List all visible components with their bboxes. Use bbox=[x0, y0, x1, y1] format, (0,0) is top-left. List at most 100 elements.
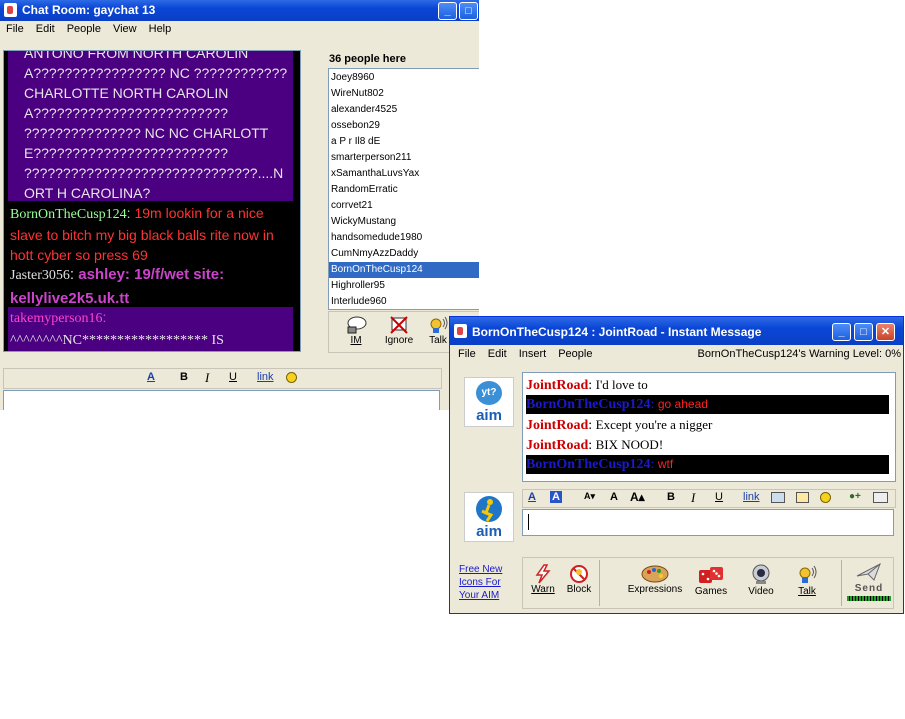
block-button-label: Block bbox=[566, 584, 592, 595]
text-color-icon[interactable]: A bbox=[528, 491, 536, 503]
aim-logo-label: aim bbox=[476, 523, 502, 540]
menu-people[interactable]: People bbox=[61, 21, 107, 35]
send-button-label: Send bbox=[854, 583, 884, 594]
people-list-item[interactable]: Highroller95 bbox=[329, 278, 479, 294]
people-list-item[interactable]: smarterperson211 bbox=[329, 150, 479, 166]
im-message-text: go ahead bbox=[657, 397, 708, 411]
chat-message-sender[interactable]: BornOnTheCusp124 bbox=[10, 207, 127, 222]
smiley-icon[interactable] bbox=[286, 372, 297, 383]
block-button[interactable]: Block bbox=[563, 564, 595, 595]
people-list-item[interactable]: CumNmyAzzDaddy bbox=[329, 246, 479, 262]
video-button[interactable]: Video bbox=[743, 564, 779, 597]
menu-help[interactable]: Help bbox=[143, 21, 178, 35]
im-message-sender[interactable]: BornOnTheCusp124 bbox=[526, 397, 650, 412]
im-message-sender[interactable]: JointRoad bbox=[526, 418, 588, 433]
send-icon bbox=[856, 562, 881, 581]
chat-input-field[interactable] bbox=[3, 390, 440, 410]
people-list-item[interactable]: handsomedude1980 bbox=[329, 230, 479, 246]
im-message-text: I'd love to bbox=[595, 377, 648, 392]
people-list-item-selected[interactable]: BornOnTheCusp124 bbox=[329, 262, 479, 278]
send-progress-meter bbox=[847, 596, 891, 601]
im-message-sender[interactable]: JointRoad bbox=[526, 378, 588, 393]
maximize-button[interactable]: □ bbox=[459, 2, 478, 20]
menu-edit[interactable]: Edit bbox=[482, 346, 513, 360]
menu-file[interactable]: File bbox=[450, 346, 482, 360]
talk-icon bbox=[799, 565, 817, 583]
chat-message-sender[interactable]: takemyperson16 bbox=[10, 311, 103, 326]
warn-button[interactable]: Warn bbox=[528, 564, 558, 595]
increase-font-icon[interactable]: A▴ bbox=[630, 490, 645, 504]
people-list-item[interactable]: Interlude960 bbox=[329, 294, 479, 309]
decrease-font-icon[interactable]: A▾ bbox=[584, 491, 595, 502]
talk-button[interactable]: Talk bbox=[791, 564, 823, 597]
ignore-button[interactable]: Ignore bbox=[381, 315, 417, 346]
people-list-item[interactable]: WickyMustang bbox=[329, 214, 479, 230]
text-color-icon[interactable]: A bbox=[147, 371, 155, 383]
minimize-button[interactable]: _ bbox=[438, 2, 457, 20]
italic-button[interactable]: I bbox=[205, 370, 209, 386]
im-input-field[interactable] bbox=[522, 509, 894, 536]
insert-email-icon[interactable] bbox=[796, 492, 809, 503]
people-list-item[interactable]: RandomErratic bbox=[329, 182, 479, 198]
menu-file[interactable]: File bbox=[0, 21, 30, 35]
free-icons-promo-link[interactable]: Free New Icons For Your AIM bbox=[459, 563, 511, 602]
underline-button[interactable]: U bbox=[715, 491, 723, 503]
normal-font-icon[interactable]: A bbox=[610, 491, 618, 503]
im-menu-bar: File Edit Insert People BornOnTheCusp124's … bbox=[450, 346, 903, 364]
im-window-title: BornOnTheCusp124 : JointRoad - Instant M… bbox=[472, 325, 762, 339]
maximize-button[interactable]: □ bbox=[854, 323, 873, 341]
bold-button[interactable]: B bbox=[667, 491, 675, 503]
insert-link-button[interactable]: link bbox=[743, 491, 760, 503]
chat-title-bar[interactable]: Chat Room: gaychat 13 _ □ bbox=[0, 0, 479, 21]
chat-message: takemyperson16: ^^^^^^^^NC**************… bbox=[8, 307, 293, 351]
bold-button[interactable]: B bbox=[180, 371, 188, 383]
im-message-text: BIX NOOD! bbox=[595, 437, 664, 452]
im-transcript[interactable]: JointRoad: I'd love to BornOnTheCusp124:… bbox=[522, 372, 896, 482]
close-button[interactable]: ✕ bbox=[876, 323, 895, 341]
buddy-icon[interactable]: yt? aim bbox=[464, 377, 514, 427]
people-list-item[interactable]: Joey8960 bbox=[329, 70, 479, 86]
chat-transcript[interactable]: ANTONO FROM NORTH CAROLINA??????????????… bbox=[3, 50, 301, 352]
im-title-bar[interactable]: BornOnTheCusp124 : JointRoad - Instant M… bbox=[450, 317, 903, 345]
menu-view[interactable]: View bbox=[107, 21, 143, 35]
block-icon bbox=[570, 565, 588, 583]
dice-icon bbox=[699, 567, 723, 583]
im-message: BornOnTheCusp124: wtf bbox=[526, 455, 889, 474]
italic-button[interactable]: I bbox=[691, 490, 695, 506]
underline-button[interactable]: U bbox=[229, 371, 237, 383]
people-list-item[interactable]: a P r Il8 dE bbox=[329, 134, 479, 150]
im-message-text: wtf bbox=[657, 457, 674, 471]
people-list-item[interactable]: corrvet21 bbox=[329, 198, 479, 214]
people-list[interactable]: Joey8960 WireNut802 alexander4525 ossebo… bbox=[328, 68, 479, 310]
insert-link-button[interactable]: link bbox=[257, 371, 274, 383]
people-list-item[interactable]: ossebon29 bbox=[329, 118, 479, 134]
aim-app-icon bbox=[454, 324, 467, 338]
menu-insert[interactable]: Insert bbox=[513, 346, 553, 360]
games-button[interactable]: Games bbox=[691, 564, 731, 597]
im-message-sender[interactable]: JointRoad bbox=[526, 438, 588, 453]
chat-message: Jaster3056: ashley: 19/f/wet site: kelly… bbox=[8, 263, 293, 309]
people-list-item[interactable]: alexander4525 bbox=[329, 102, 479, 118]
background-color-icon[interactable]: A bbox=[550, 491, 562, 503]
warn-button-label: Warn bbox=[531, 584, 555, 595]
people-list-item[interactable]: WireNut802 bbox=[329, 86, 479, 102]
chat-message-sender[interactable]: Jaster3056 bbox=[10, 268, 70, 283]
people-list-item[interactable]: xSamanthaLuvsYax bbox=[329, 166, 479, 182]
im-format-toolbar: A A A▾ A A▴ B I U link ●+ bbox=[522, 489, 896, 508]
send-button[interactable]: Send bbox=[846, 561, 892, 601]
menu-edit[interactable]: Edit bbox=[30, 21, 61, 35]
talk-button-label: Talk bbox=[798, 586, 816, 597]
im-message-text: Except you're a nigger bbox=[595, 417, 713, 432]
im-window: BornOnTheCusp124 : JointRoad - Instant M… bbox=[449, 316, 904, 614]
im-button[interactable]: IM bbox=[339, 315, 373, 346]
im-message: BornOnTheCusp124: go ahead bbox=[526, 395, 889, 414]
add-buddy-icon[interactable]: ●+ bbox=[849, 491, 861, 502]
expressions-button[interactable]: Expressions bbox=[627, 564, 683, 595]
menu-people[interactable]: People bbox=[552, 346, 598, 360]
im-message-sender[interactable]: BornOnTheCusp124 bbox=[526, 457, 650, 472]
minimize-button[interactable]: _ bbox=[832, 323, 851, 341]
buddy-info-icon[interactable] bbox=[873, 492, 888, 503]
smiley-icon[interactable] bbox=[820, 492, 831, 503]
insert-image-icon[interactable] bbox=[771, 492, 785, 503]
chat-scrollbar[interactable]: ▲ ▼ bbox=[300, 51, 301, 351]
